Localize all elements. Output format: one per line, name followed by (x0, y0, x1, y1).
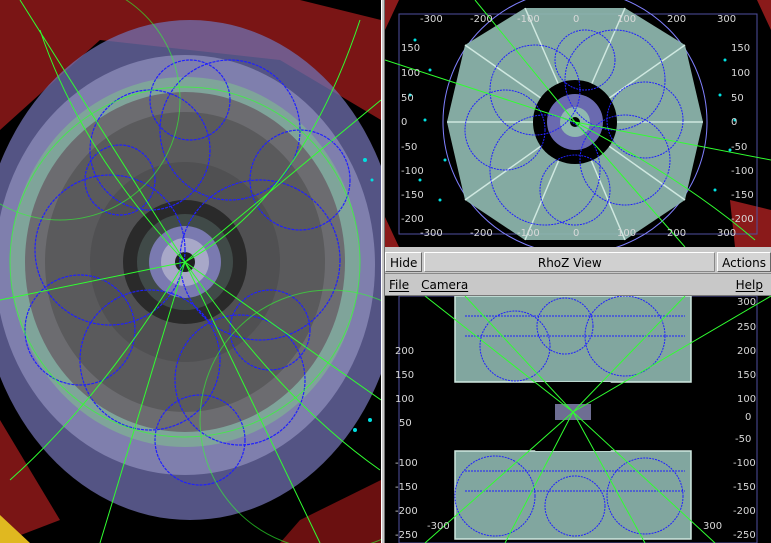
menu-file[interactable]: File (389, 278, 409, 292)
rhoz-view-canvas[interactable]: 200 150 100 50 0 -100 -150 -200 -250 300… (385, 296, 771, 543)
rphi-tick-right: 50 (731, 93, 744, 104)
rhoz-scene: 200 150 100 50 0 -100 -150 -200 -250 300… (385, 296, 771, 543)
menu-camera[interactable]: Camera (421, 278, 468, 292)
hide-button[interactable]: Hide (385, 251, 423, 272)
rhoz-tick-right: -250 (733, 530, 756, 541)
rphi-tick-top: -100 (517, 14, 540, 25)
rhoz-tick-right: -150 (733, 482, 756, 493)
rhoz-tick-left: -100 (395, 458, 418, 469)
rphi-tick-right: -200 (731, 214, 754, 225)
rphi-tick-top: 0 (573, 14, 579, 25)
rhoz-tick-left: -250 (395, 530, 418, 541)
rphi-tick-left: -100 (401, 166, 424, 177)
rhoz-tick-right: 0 (745, 412, 751, 423)
rphi-tick-top: 200 (667, 14, 686, 25)
rhoz-view-title: RhoZ View (424, 251, 716, 272)
rhoz-tick-left: 150 (395, 370, 414, 381)
rphi-tick-bottom: 200 (667, 228, 686, 239)
rhoz-tick-right: 250 (737, 322, 756, 333)
rhoz-tick-left: 200 (395, 346, 414, 357)
rphi-view-canvas[interactable]: -300 -200 -100 0 100 200 300 -300 -200 -… (385, 0, 771, 247)
rphi-tick-bottom: -200 (470, 228, 493, 239)
rphi-tick-top: -200 (470, 14, 493, 25)
rphi-tick-left: 150 (401, 43, 420, 54)
rhoz-tick-left: -150 (395, 482, 418, 493)
rhoz-view-titlebar: Hide RhoZ View Actions (385, 250, 771, 274)
rphi-tick-left: -150 (401, 190, 424, 201)
rphi-tick-right: -150 (731, 190, 754, 201)
rphi-tick-top: 300 (717, 14, 736, 25)
rphi-tick-left: 100 (401, 68, 420, 79)
rphi-tick-top: -300 (420, 14, 443, 25)
rphi-scene: -300 -200 -100 0 100 200 300 -300 -200 -… (385, 0, 771, 247)
rhoz-tick-right: 150 (737, 370, 756, 381)
rphi-tick-left: -50 (401, 142, 417, 153)
rphi-tick-left: 50 (401, 93, 414, 104)
rphi-tick-right: 0 (731, 117, 737, 128)
rhoz-tick-right: -200 (733, 506, 756, 517)
rphi-tick-top: 100 (617, 14, 636, 25)
menu-bar: File Camera Help (385, 274, 771, 296)
rhoz-tick-left: -200 (395, 506, 418, 517)
3d-scene (0, 0, 381, 543)
rhoz-tick-left: 100 (395, 394, 414, 405)
actions-button[interactable]: Actions (717, 251, 771, 272)
rhoz-tick-bottom: -300 (427, 521, 450, 532)
rhoz-tick-right: 200 (737, 346, 756, 357)
rphi-tick-right: -100 (731, 166, 754, 177)
rhoz-tick-bottom: 300 (703, 521, 722, 532)
rphi-tick-bottom: 300 (717, 228, 736, 239)
rhoz-tick-right: 300 (737, 297, 756, 308)
rphi-tick-bottom: -300 (420, 228, 443, 239)
rphi-tick-left: 0 (401, 117, 407, 128)
rphi-tick-bottom: -100 (517, 228, 540, 239)
rphi-tick-bottom: 0 (573, 228, 579, 239)
rphi-tick-right: -50 (731, 142, 747, 153)
rphi-tick-left: -200 (401, 214, 424, 225)
rphi-tick-bottom: 100 (617, 228, 636, 239)
rhoz-tick-right: -100 (733, 458, 756, 469)
3d-view-canvas[interactable] (0, 0, 381, 543)
rhoz-tick-right: 100 (737, 394, 756, 405)
rphi-tick-right: 150 (731, 43, 750, 54)
menu-help[interactable]: Help (736, 278, 763, 292)
rphi-tick-right: 100 (731, 68, 750, 79)
rhoz-tick-right: -50 (735, 434, 751, 445)
rhoz-tick-left: 50 (399, 418, 412, 429)
